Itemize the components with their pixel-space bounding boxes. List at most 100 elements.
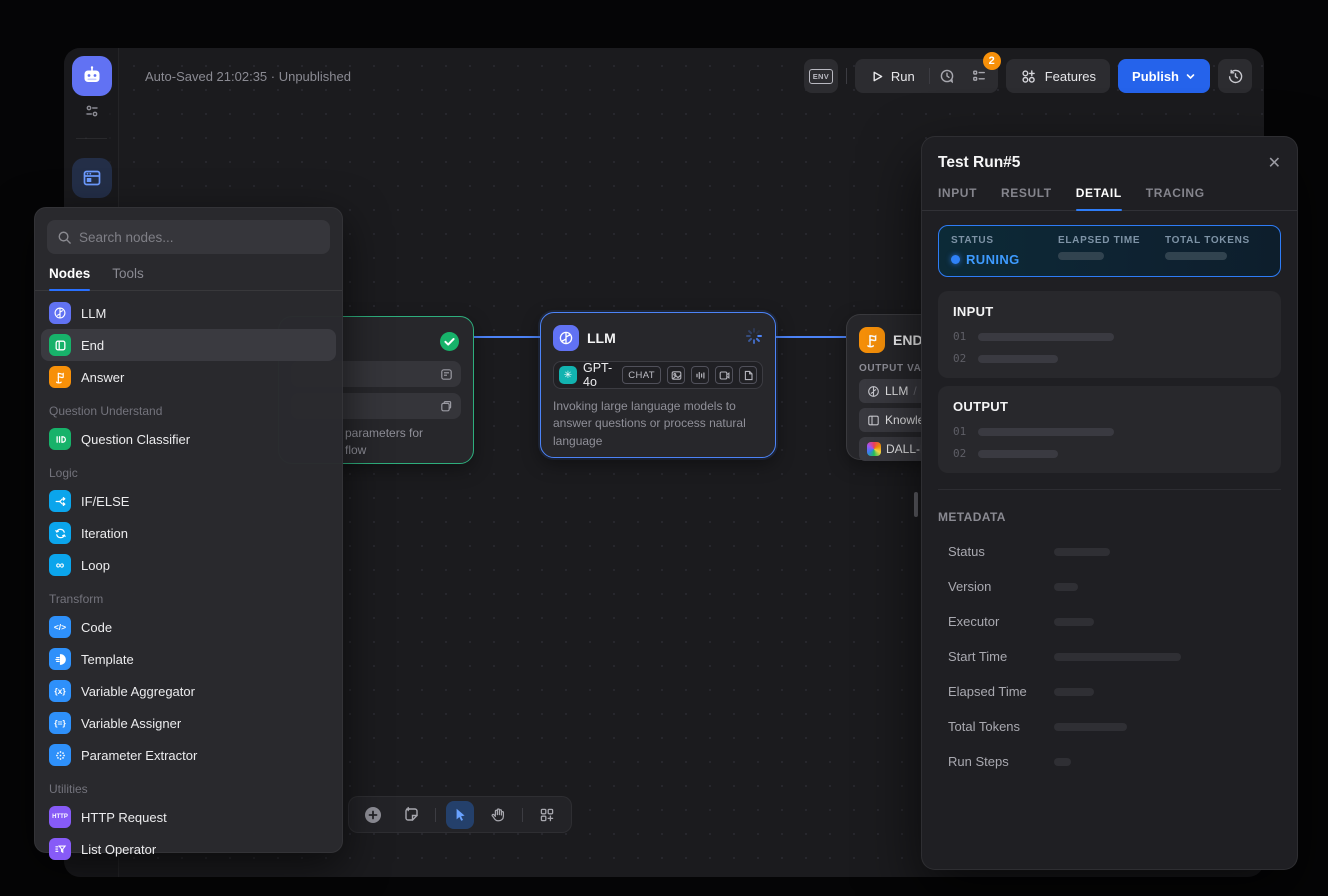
node-item-if-else[interactable]: IF/ELSE bbox=[41, 485, 336, 517]
node-search-panel: Nodes Tools LLM End Answer Question Unde… bbox=[34, 207, 343, 853]
search-icon bbox=[57, 230, 72, 245]
paragraph-icon bbox=[440, 368, 453, 381]
version-history-button[interactable] bbox=[1218, 59, 1252, 93]
organize-grid-icon bbox=[539, 807, 555, 823]
node-item-template[interactable]: Template bbox=[41, 643, 336, 675]
organize-nodes-button[interactable] bbox=[533, 801, 561, 829]
line-number: 01 bbox=[953, 330, 969, 343]
panel-resize-handle[interactable] bbox=[914, 492, 918, 517]
model-selector[interactable]: ✳ GPT-4o CHAT bbox=[553, 361, 763, 389]
search-input[interactable] bbox=[79, 230, 320, 245]
edge-start-to-llm bbox=[474, 336, 540, 338]
test-run-panel: Test Run#5 ✕ INPUT RESULT DETAIL TRACING… bbox=[921, 136, 1298, 870]
app-window-icon[interactable] bbox=[72, 158, 112, 198]
plus-circle-icon bbox=[364, 806, 382, 824]
variable-assigner-icon: {=} bbox=[49, 712, 71, 734]
skeleton-bar bbox=[1054, 688, 1094, 696]
app-logo-robot-icon[interactable] bbox=[72, 56, 112, 96]
node-item-end[interactable]: End bbox=[41, 329, 336, 361]
autosave-status: Auto-Saved 21:02:35 · Unpublished bbox=[145, 69, 351, 84]
chevron-down-icon bbox=[1185, 71, 1196, 82]
node-item-llm[interactable]: LLM bbox=[41, 297, 336, 329]
node-item-variable-assigner[interactable]: {=} Variable Assigner bbox=[41, 707, 336, 739]
iteration-icon bbox=[49, 522, 71, 544]
node-item-question-classifier[interactable]: Question Classifier bbox=[41, 423, 336, 455]
input-card-title: INPUT bbox=[953, 304, 1266, 319]
end-icon bbox=[49, 334, 71, 356]
status-card: STATUS RUNING ELAPSED TIME TOTAL TOKENS bbox=[938, 225, 1281, 277]
edge-llm-to-end bbox=[776, 336, 846, 338]
loop-icon: ∞ bbox=[49, 554, 71, 576]
document-capability-icon bbox=[739, 366, 757, 384]
template-icon bbox=[49, 648, 71, 670]
add-note-button[interactable] bbox=[397, 801, 425, 829]
llm-node-icon bbox=[553, 325, 579, 351]
metadata-row-run-steps: Run Steps bbox=[938, 754, 1281, 769]
rail-divider bbox=[76, 138, 107, 139]
node-item-list-operator[interactable]: List Operator bbox=[41, 833, 336, 865]
openai-icon: ✳ bbox=[559, 366, 577, 384]
llm-circle-icon bbox=[867, 385, 880, 398]
pointer-tool-button[interactable] bbox=[446, 801, 474, 829]
publish-button[interactable]: Publish bbox=[1118, 59, 1210, 93]
question-classifier-icon bbox=[49, 428, 71, 450]
audio-capability-icon bbox=[691, 366, 709, 384]
answer-icon bbox=[49, 366, 71, 388]
list-operator-icon bbox=[49, 838, 71, 860]
checklist-icon[interactable]: 2 bbox=[964, 61, 994, 91]
node-item-parameter-extractor[interactable]: Parameter Extractor bbox=[41, 739, 336, 771]
tab-detail[interactable]: DETAIL bbox=[1076, 186, 1122, 210]
skeleton-bar bbox=[1054, 758, 1071, 766]
dalle-icon bbox=[867, 442, 881, 456]
tab-result[interactable]: RESULT bbox=[1001, 186, 1052, 210]
line-number: 02 bbox=[953, 352, 969, 365]
node-item-http-request[interactable]: HTTP HTTP Request bbox=[41, 801, 336, 833]
node-item-code[interactable]: </> Code bbox=[41, 611, 336, 643]
run-history-clock-icon[interactable] bbox=[932, 61, 962, 91]
llm-node[interactable]: LLM ✳ GPT-4o CHAT Invoking large languag… bbox=[540, 312, 776, 458]
add-node-button[interactable] bbox=[359, 801, 387, 829]
output-card-title: OUTPUT bbox=[953, 399, 1266, 414]
skeleton-bar bbox=[1054, 618, 1094, 626]
knowledge-book-icon bbox=[867, 414, 880, 427]
parameter-extractor-icon bbox=[49, 744, 71, 766]
features-icon bbox=[1020, 68, 1037, 85]
tab-input[interactable]: INPUT bbox=[938, 186, 977, 210]
features-button[interactable]: Features bbox=[1006, 59, 1110, 93]
env-button[interactable]: ENV bbox=[804, 59, 838, 93]
skeleton-bar bbox=[978, 450, 1058, 458]
publish-button-label: Publish bbox=[1132, 69, 1179, 84]
node-item-iteration[interactable]: Iteration bbox=[41, 517, 336, 549]
topbar-divider bbox=[846, 68, 847, 84]
total-tokens-label: TOTAL TOKENS bbox=[1165, 235, 1250, 246]
tab-tracing[interactable]: TRACING bbox=[1146, 186, 1205, 210]
elapsed-time-label: ELAPSED TIME bbox=[1058, 235, 1165, 246]
env-icon: ENV bbox=[809, 69, 832, 84]
section-utilities: Utilities bbox=[41, 771, 336, 801]
success-check-icon bbox=[439, 331, 460, 352]
status-dot bbox=[951, 255, 960, 264]
variable-aggregator-icon: {x} bbox=[49, 680, 71, 702]
run-button-label: Run bbox=[891, 69, 915, 84]
canvas-toolbar bbox=[348, 796, 572, 833]
node-item-answer[interactable]: Answer bbox=[41, 361, 336, 393]
image-capability-icon bbox=[667, 366, 685, 384]
play-icon bbox=[871, 70, 884, 83]
node-item-variable-aggregator[interactable]: {x} Variable Aggregator bbox=[41, 675, 336, 707]
start-node-description: parameters for flow bbox=[345, 425, 465, 460]
metadata-row-total-tokens: Total Tokens bbox=[938, 719, 1281, 734]
close-icon[interactable]: ✕ bbox=[1268, 153, 1281, 173]
skeleton-bar bbox=[978, 355, 1058, 363]
skeleton-bar bbox=[978, 428, 1114, 436]
running-spinner-icon bbox=[745, 327, 763, 345]
skeleton-bar bbox=[1058, 252, 1104, 260]
search-box[interactable] bbox=[47, 220, 330, 254]
run-button[interactable]: Run bbox=[859, 59, 927, 93]
hand-icon bbox=[490, 807, 506, 823]
hand-tool-button[interactable] bbox=[484, 801, 512, 829]
tab-nodes[interactable]: Nodes bbox=[49, 266, 90, 290]
tab-tools[interactable]: Tools bbox=[112, 266, 144, 290]
node-item-loop[interactable]: ∞ Loop bbox=[41, 549, 336, 581]
preferences-sliders-icon[interactable] bbox=[84, 103, 100, 119]
end-node-icon bbox=[859, 327, 885, 353]
